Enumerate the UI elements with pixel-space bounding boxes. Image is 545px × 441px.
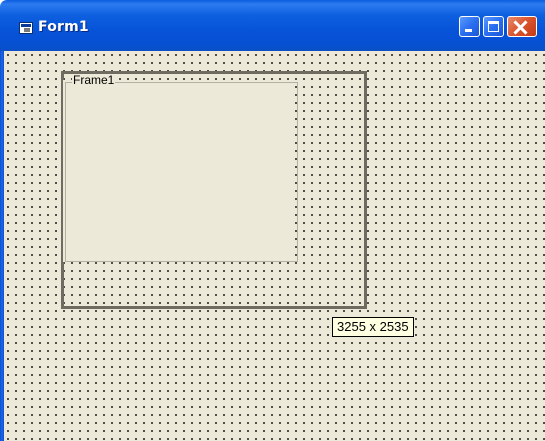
form-icon[interactable] xyxy=(19,22,33,34)
frame1-border xyxy=(65,82,298,262)
form1-window: Form1 Frame1 3255 x 2535 xyxy=(0,0,545,441)
minimize-icon xyxy=(465,29,472,32)
window-title: Form1 xyxy=(38,19,89,35)
frame1-caption: Frame1 xyxy=(72,73,116,87)
form-design-surface[interactable]: Frame1 3255 x 2535 xyxy=(4,51,545,441)
minimize-button[interactable] xyxy=(459,16,480,37)
maximize-icon xyxy=(488,21,499,32)
title-bar[interactable]: Form1 xyxy=(0,0,545,51)
size-tooltip: 3255 x 2535 xyxy=(332,317,414,337)
frame1-control[interactable]: Frame1 xyxy=(63,74,298,262)
maximize-button[interactable] xyxy=(483,16,504,37)
close-button[interactable] xyxy=(507,16,537,37)
close-icon xyxy=(513,20,528,35)
